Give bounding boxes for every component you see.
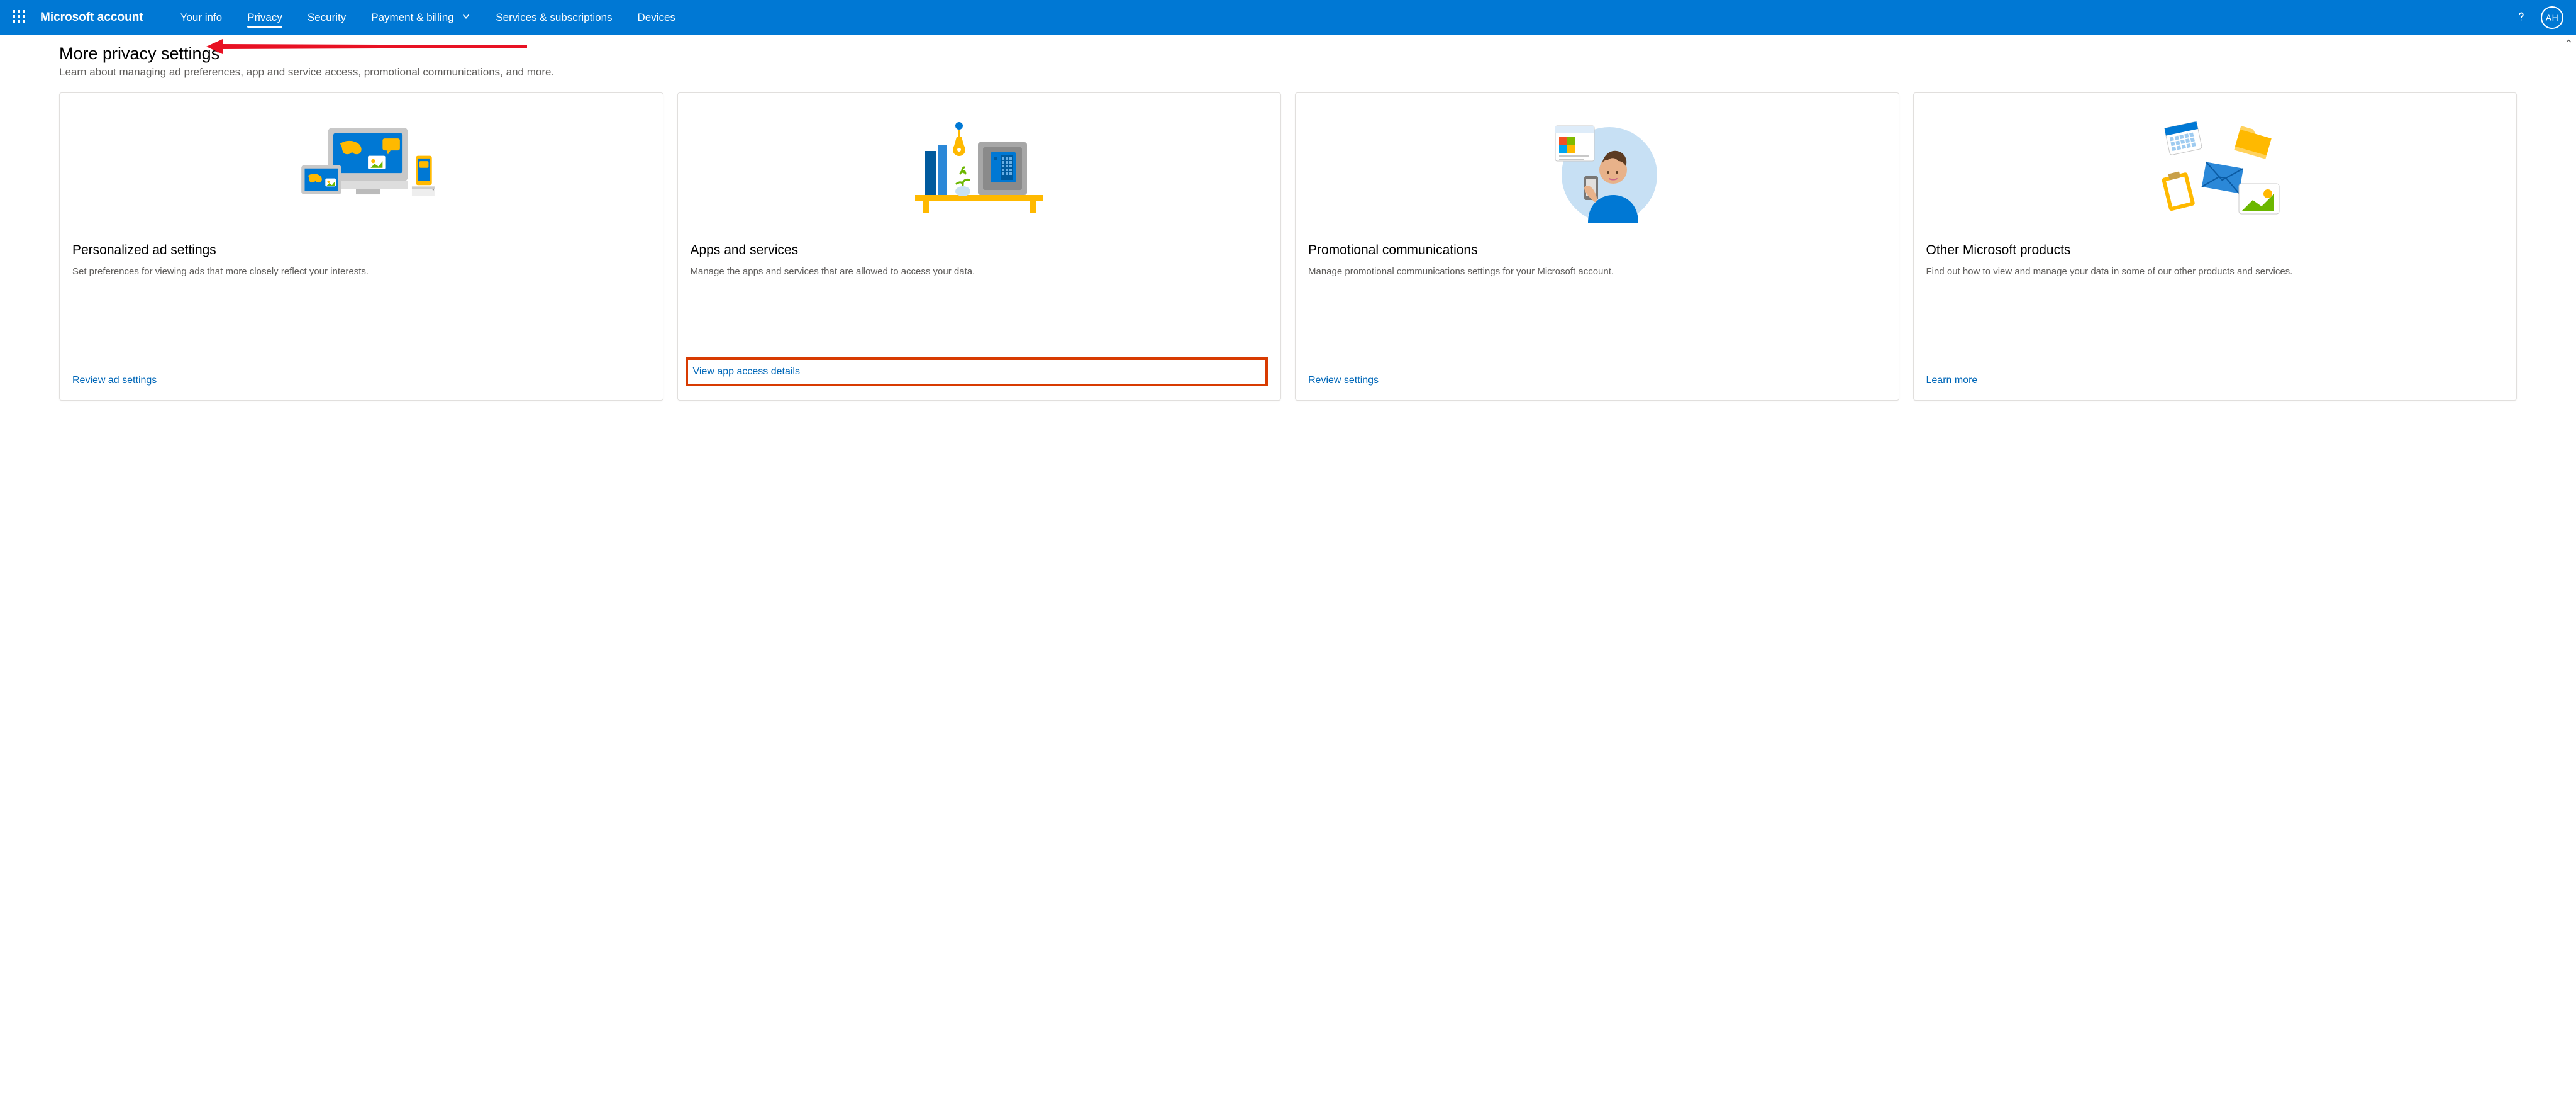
nav-security[interactable]: Security xyxy=(308,1,346,34)
page-content: More privacy settings Learn about managi… xyxy=(0,35,2576,426)
page-subtitle: Learn about managing ad preferences, app… xyxy=(59,66,2517,79)
card-apps-services: Apps and services Manage the apps and se… xyxy=(677,92,1282,401)
nav-payment-billing-label: Payment & billing xyxy=(371,11,453,23)
card-title: Promotional communications xyxy=(1308,243,1886,258)
learn-more-link[interactable]: Learn more xyxy=(1926,375,2504,386)
card-title: Apps and services xyxy=(691,243,1269,258)
card-personalized-ads-illustration xyxy=(72,108,650,234)
cards-row: Personalized ad settings Set preferences… xyxy=(59,92,2517,401)
nav-privacy[interactable]: Privacy xyxy=(247,1,282,34)
help-icon[interactable] xyxy=(2514,9,2528,26)
card-desc: Manage promotional communications settin… xyxy=(1308,265,1886,278)
review-settings-link[interactable]: Review settings xyxy=(1308,375,1886,386)
card-other-products: Other Microsoft products Find out how to… xyxy=(1913,92,2518,401)
annotation-highlight-box: View app access details xyxy=(686,357,1269,386)
chevron-down-icon xyxy=(462,11,470,24)
card-desc: Find out how to view and manage your dat… xyxy=(1926,265,2504,278)
card-title: Other Microsoft products xyxy=(1926,243,2504,258)
card-apps-services-illustration xyxy=(691,108,1269,234)
view-app-access-details-link[interactable]: View app access details xyxy=(693,366,800,377)
nav-your-info[interactable]: Your info xyxy=(180,1,222,34)
card-other-products-illustration xyxy=(1926,108,2504,234)
review-ad-settings-link[interactable]: Review ad settings xyxy=(72,375,650,386)
page-title: More privacy settings xyxy=(59,44,2517,64)
brand-label: Microsoft account xyxy=(40,11,143,25)
card-promotional-communications: Promotional communications Manage promot… xyxy=(1295,92,1899,401)
nav-payment-billing[interactable]: Payment & billing xyxy=(371,1,470,34)
card-desc: Manage the apps and services that are al… xyxy=(691,265,1269,278)
nav-services-subscriptions[interactable]: Services & subscriptions xyxy=(496,1,612,34)
nav-devices[interactable]: Devices xyxy=(638,1,675,34)
topbar: Microsoft account Your info Privacy Secu… xyxy=(0,0,2576,35)
card-desc: Set preferences for viewing ads that mor… xyxy=(72,265,650,278)
card-promotional-communications-illustration xyxy=(1308,108,1886,234)
avatar[interactable]: AH xyxy=(2541,6,2563,29)
topbar-nav: Your info Privacy Security Payment & bil… xyxy=(180,1,675,34)
app-launcher-icon[interactable] xyxy=(13,10,28,25)
card-personalized-ads: Personalized ad settings Set preferences… xyxy=(59,92,663,401)
card-title: Personalized ad settings xyxy=(72,243,650,258)
